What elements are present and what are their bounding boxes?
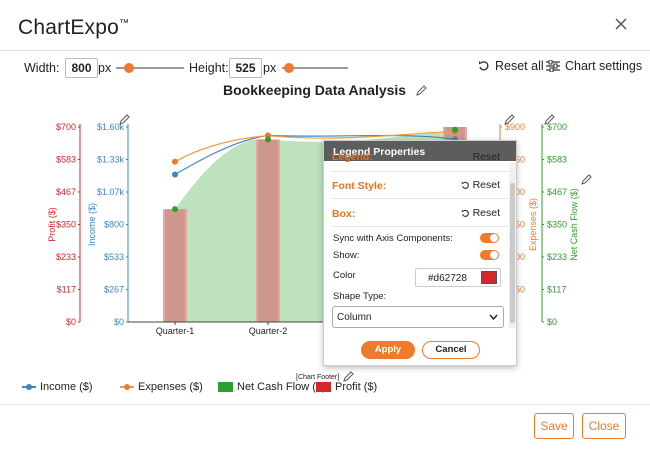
expenses-point <box>172 158 178 165</box>
height-slider-knob[interactable] <box>284 63 294 73</box>
profit-bar-overlay <box>165 209 185 322</box>
color-picker[interactable]: #d62728 <box>415 268 501 287</box>
profit-bar-overlay <box>258 139 278 322</box>
reset-font-style-button[interactable]: Reset <box>461 179 500 191</box>
line-marker-icon <box>120 384 134 390</box>
axis-tick-label: $467 <box>547 187 567 197</box>
section-font-style[interactable]: Font Style: Reset <box>332 178 500 196</box>
chart-footer-label[interactable]: [Chart Footer] <box>296 374 339 381</box>
apply-button[interactable]: Apply <box>361 341 415 359</box>
income-axis-label: Income ($) <box>87 203 97 246</box>
edit-title-pencil-icon[interactable] <box>416 85 427 96</box>
sync-toggle[interactable] <box>480 233 499 243</box>
legend-item-net-cash-flow[interactable]: Net Cash Flow ($) <box>218 381 326 393</box>
app-title: ChartExpo™ <box>18 16 130 39</box>
chart-title[interactable]: Bookkeeping Data Analysis <box>0 82 650 98</box>
axis-tick-label: $1.33k <box>97 155 125 165</box>
cancel-button[interactable]: Cancel <box>422 341 480 359</box>
legend-item-expenses[interactable]: Expenses ($) <box>120 381 203 393</box>
axis-tick-label: $1.07k <box>97 187 125 197</box>
color-hex-value: #d62728 <box>428 273 467 284</box>
section-box[interactable]: Box: Reset <box>332 206 500 224</box>
color-swatch <box>481 271 497 284</box>
section-legend[interactable]: Legend: Reset <box>332 151 500 165</box>
legend-item-profit[interactable]: Profit ($) <box>316 381 377 393</box>
expenses-axis-label: Expenses ($) <box>528 198 538 251</box>
height-label: Height: <box>189 61 229 75</box>
height-input[interactable]: 525 <box>229 58 262 78</box>
axis-tick-label: $350 <box>547 220 567 230</box>
dialog-scrollbar-thumb[interactable] <box>510 183 515 323</box>
sync-label: Sync with Axis Components: <box>333 233 453 244</box>
axis-tick-label: $0 <box>114 317 124 327</box>
width-slider-knob[interactable] <box>124 63 134 73</box>
axis-tick-label: $800 <box>104 220 124 230</box>
footer-divider <box>0 404 650 405</box>
net_cash_flow-axis-label: Net Cash Flow ($) <box>569 188 579 261</box>
shape-type-label: Shape Type: <box>333 291 387 302</box>
profit-axis-label: Profit ($) <box>47 207 57 242</box>
axis-tick-label: $233 <box>56 252 76 262</box>
edit-pencil-icon <box>581 174 592 185</box>
section-divider <box>332 171 508 172</box>
reset-all-button[interactable]: Reset all <box>478 59 544 73</box>
close-icon[interactable] <box>611 14 631 34</box>
save-button[interactable]: Save <box>534 413 574 439</box>
axis-tick-label: $583 <box>547 155 567 165</box>
section-divider <box>332 198 508 199</box>
width-unit: px <box>98 61 112 75</box>
axis-tick-label: $233 <box>547 252 567 262</box>
axis-tick-label: $117 <box>57 285 76 295</box>
net-cash-flow-point <box>265 136 271 143</box>
reset-icon <box>479 61 489 71</box>
width-slider[interactable] <box>116 60 184 76</box>
category-label: Quarter-1 <box>156 326 195 336</box>
sliders-icon <box>546 60 560 72</box>
show-label: Show: <box>333 250 360 261</box>
net-cash-flow-point <box>172 206 178 213</box>
shape-type-select[interactable]: Column <box>332 306 504 328</box>
edit-footer-pencil-icon[interactable] <box>343 371 354 382</box>
axis-tick-label: $117 <box>547 285 566 295</box>
chevron-down-icon <box>489 314 498 320</box>
income-point <box>172 171 178 178</box>
color-label: Color <box>333 270 356 281</box>
height-unit: px <box>263 61 277 75</box>
net-cash-flow-point <box>452 126 458 133</box>
width-label: Width: <box>24 61 60 75</box>
reset-icon <box>461 209 469 217</box>
axis-tick-label: $700 <box>547 122 567 132</box>
height-slider[interactable] <box>282 60 348 76</box>
axis-tick-label: $267 <box>104 285 124 295</box>
show-toggle[interactable] <box>480 250 499 260</box>
axis-tick-label: $583 <box>56 155 76 165</box>
reset-icon <box>461 181 469 189</box>
bar-swatch-icon <box>316 382 331 392</box>
axis-tick-label: $0 <box>547 317 557 327</box>
axis-tick-label: $700 <box>56 122 76 132</box>
axis-tick-label: $533 <box>104 252 124 262</box>
width-input[interactable]: 800 <box>65 58 98 78</box>
axis-tick-label: $350 <box>56 220 76 230</box>
area-swatch-icon <box>218 382 233 392</box>
close-button[interactable]: Close <box>582 413 626 439</box>
chart-settings-button[interactable]: Chart settings <box>546 59 642 73</box>
reset-box-button[interactable]: Reset <box>461 207 500 219</box>
reset-legend-button[interactable]: Reset <box>473 151 500 163</box>
section-divider <box>332 226 508 227</box>
header-divider <box>0 50 650 51</box>
line-marker-icon <box>22 384 36 390</box>
category-label: Quarter-2 <box>249 326 288 336</box>
axis-tick-label: $467 <box>56 187 76 197</box>
axis-tick-label: $0 <box>66 317 76 327</box>
legend-item-income[interactable]: Income ($) <box>22 381 93 393</box>
